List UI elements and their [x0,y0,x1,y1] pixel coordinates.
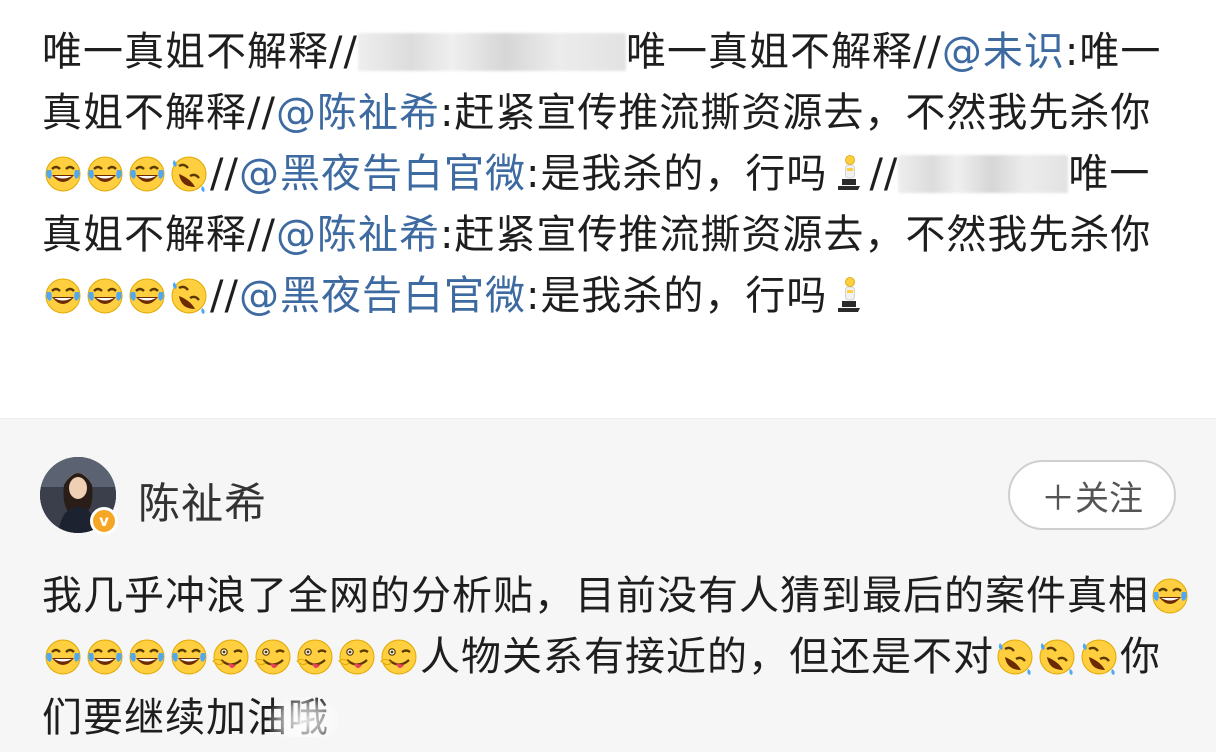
face-with-tears-of-joy-icon [169,637,209,677]
face-with-tears-of-joy-icon [127,637,167,677]
post-text-seg: 人物关系有接近的，但还是不对 [420,634,994,680]
face-with-tears-of-joy-icon [43,637,83,677]
rolling-on-floor-laughing-icon [169,154,209,194]
repost-seg: :是我杀的，行吗 [525,151,828,197]
blurred-username [357,33,626,71]
verified-badge: v [90,507,118,535]
repost-chain: 唯一真姐不解释//唯一真姐不解释//@未识:唯一真姐不解释//@陈祉希:赶紧宣传… [0,0,1216,418]
zany-face-icon [253,637,293,677]
post-text: 我几乎冲浪了全网的分析贴，目前没有人猜到最后的案件真相人物关系有接近的，但还是不… [42,566,1192,749]
repost-seg: 唯一真姐不解释// [625,29,942,75]
kneeling-person-icon [828,154,868,194]
repost-seg: // [210,151,239,197]
mention-link[interactable]: @黑夜告白官微 [239,273,526,319]
face-with-tears-of-joy-icon [127,154,167,194]
face-with-tears-of-joy-icon [85,276,125,316]
repost-seg: // [210,273,239,319]
post-text-seg: 我几乎冲浪了全网的分析贴，目前没有人猜到最后的案件真相 [42,573,1149,619]
zany-face-icon [379,637,419,677]
face-with-tears-of-joy-icon [85,154,125,194]
face-with-tears-of-joy-icon [43,154,83,194]
rolling-on-floor-laughing-icon [169,276,209,316]
username[interactable]: 陈祉希 [138,470,267,531]
repost-seg: :赶紧宣传推流撕资源去，不然我先杀你 [439,212,1152,258]
rolling-on-floor-laughing-icon [995,637,1035,677]
kneeling-person-icon [828,276,868,316]
face-with-tears-of-joy-icon [43,276,83,316]
face-with-tears-of-joy-icon [1150,576,1190,616]
text-smear [269,697,339,737]
repost-seg: :赶紧宣传推流撕资源去，不然我先杀你 [439,90,1152,136]
follow-button[interactable]: ＋关注 [1008,460,1176,530]
rolling-on-floor-laughing-icon [1079,637,1119,677]
mention-link[interactable]: @未识 [942,29,1065,75]
face-with-tears-of-joy-icon [127,276,167,316]
repost-seg: 唯一真姐不解释// [42,29,358,75]
rolling-on-floor-laughing-icon [1037,637,1077,677]
repost-text: 唯一真姐不解释//唯一真姐不解释//@未识:唯一真姐不解释//@陈祉希:赶紧宣传… [42,22,1176,327]
zany-face-icon [211,637,251,677]
zany-face-icon [295,637,335,677]
zany-face-icon [337,637,377,677]
mention-link[interactable]: @陈祉希 [276,212,440,258]
face-with-tears-of-joy-icon [85,637,125,677]
repost-seg: :是我杀的，行吗 [525,273,828,319]
mention-link[interactable]: @黑夜告白官微 [239,151,526,197]
blurred-username [898,155,1069,193]
mention-link[interactable]: @陈祉希 [276,90,440,136]
repost-seg: // [869,151,899,197]
